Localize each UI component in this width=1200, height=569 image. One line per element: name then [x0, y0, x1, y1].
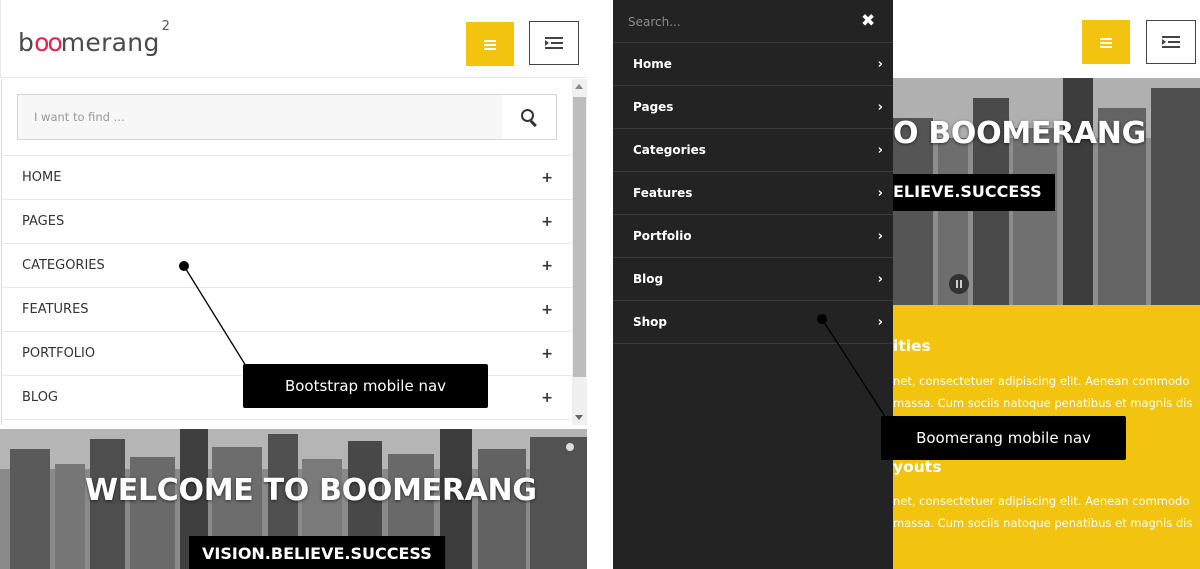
- hamburger-icon: [1100, 37, 1112, 48]
- section-text-line: net, consectetuer adipiscing elit. Aenea…: [893, 374, 1190, 388]
- sidebar-toggle-button[interactable]: [1146, 20, 1196, 64]
- drawer-item-label: Home: [633, 57, 672, 71]
- drawer-item-label: Features: [633, 186, 693, 200]
- hero-banner: O BOOMERANG ELIEVE.SUCCESS: [893, 78, 1200, 305]
- nav-scrollbar[interactable]: [572, 79, 587, 425]
- slider-dot[interactable]: [566, 443, 574, 451]
- nav-item-label: CATEGORIES: [22, 258, 105, 273]
- bootstrap-nav-callout: Bootstrap mobile nav: [243, 364, 488, 408]
- bootstrap-demo-panel: boomerang2 HOME + PAGES + CATEGORIES + FEAT…: [0, 0, 587, 569]
- nav-item-features[interactable]: FEATURES +: [2, 288, 573, 332]
- scroll-down-arrow-icon[interactable]: [575, 415, 583, 420]
- chevron-right-icon: ›: [877, 228, 883, 244]
- drawer-item-label: Pages: [633, 100, 674, 114]
- boomerang-nav-callout: Boomerang mobile nav: [881, 416, 1126, 460]
- drawer-search-input[interactable]: [613, 0, 843, 43]
- drawer-item-pages[interactable]: Pages ›: [613, 86, 893, 129]
- plus-icon[interactable]: +: [541, 302, 553, 318]
- logo-text-end: merang: [60, 28, 160, 57]
- drawer-nav-list: Home › Pages › Categories › Features › Portf…: [613, 43, 893, 344]
- drawer-item-label: Categories: [633, 143, 706, 157]
- hero-tagline: ELIEVE.SUCCESS: [893, 174, 1055, 211]
- logo-text-start: b: [18, 28, 35, 57]
- indent-icon: [1162, 36, 1180, 48]
- hero-title: WELCOME TO BOOMERANG: [85, 473, 537, 508]
- plus-icon[interactable]: +: [541, 214, 553, 230]
- logo[interactable]: boomerang2: [18, 19, 170, 57]
- nav-item-label: FEATURES: [22, 302, 89, 317]
- section-heading: ities: [893, 337, 931, 355]
- nav-item-categories[interactable]: CATEGORIES +: [2, 244, 573, 288]
- sidebar-toggle-button[interactable]: [529, 21, 579, 65]
- plus-icon[interactable]: +: [541, 258, 553, 274]
- section-text-line: net, consectetuer adipiscing elit. Aenea…: [893, 494, 1190, 508]
- drawer-search: ✖: [613, 0, 893, 43]
- scroll-up-arrow-icon[interactable]: [575, 84, 583, 89]
- section-text-line: massa. Cum sociis natoque penatibus et m…: [893, 516, 1193, 530]
- hero-banner: WELCOME TO BOOMERANG VISION.BELIEVE.SUCC…: [0, 429, 587, 569]
- hero-title: O BOOMERANG: [893, 116, 1146, 151]
- chevron-right-icon: ›: [877, 271, 883, 287]
- chevron-right-icon: ›: [877, 56, 883, 72]
- logo-text-infinity: oo: [34, 28, 63, 57]
- search-button[interactable]: [502, 94, 557, 140]
- annotation-dot: [817, 314, 827, 324]
- drawer-item-label: Blog: [633, 272, 664, 286]
- logo-version: 2: [161, 18, 171, 34]
- drawer-item-label: Shop: [633, 315, 668, 329]
- drawer-item-portfolio[interactable]: Portfolio ›: [613, 215, 893, 258]
- chevron-right-icon: ›: [877, 99, 883, 115]
- chevron-right-icon: ›: [877, 185, 883, 201]
- nav-item-label: PAGES: [22, 214, 65, 229]
- section-heading: youts: [893, 458, 942, 476]
- boomerang-demo-panel: O BOOMERANG ELIEVE.SUCCESS ities net, co…: [613, 0, 1200, 569]
- pause-icon[interactable]: [949, 274, 969, 294]
- section-text-line: massa. Cum sociis natoque penatibus et m…: [893, 396, 1193, 410]
- plus-icon[interactable]: +: [541, 390, 553, 406]
- offcanvas-drawer: ✖ Home › Pages › Categories › Features › Por…: [613, 0, 893, 569]
- search-form: [17, 94, 557, 140]
- chevron-right-icon: ›: [877, 314, 883, 330]
- drawer-item-home[interactable]: Home ›: [613, 43, 893, 86]
- nav-item-pages[interactable]: PAGES +: [2, 200, 573, 244]
- hamburger-icon: [484, 39, 496, 50]
- close-icon[interactable]: ✖: [861, 12, 875, 30]
- search-icon: [520, 108, 538, 127]
- indent-icon: [545, 37, 563, 49]
- scroll-thumb[interactable]: [573, 97, 586, 377]
- drawer-item-blog[interactable]: Blog ›: [613, 258, 893, 301]
- plus-icon[interactable]: +: [541, 346, 553, 362]
- nav-item-label: HOME: [22, 170, 62, 185]
- annotation-dot: [179, 261, 189, 271]
- nav-item-label: BLOG: [22, 390, 59, 405]
- drawer-item-categories[interactable]: Categories ›: [613, 129, 893, 172]
- menu-toggle-button[interactable]: [466, 22, 514, 66]
- drawer-item-features[interactable]: Features ›: [613, 172, 893, 215]
- chevron-right-icon: ›: [877, 142, 883, 158]
- nav-item-label: PORTFOLIO: [22, 346, 96, 361]
- header-bar: boomerang2: [0, 0, 587, 78]
- plus-icon[interactable]: +: [541, 170, 553, 186]
- drawer-item-shop[interactable]: Shop ›: [613, 301, 893, 344]
- nav-item-home[interactable]: HOME +: [2, 156, 573, 200]
- header-bar: [893, 0, 1200, 78]
- hero-tagline: VISION.BELIEVE.SUCCESS: [189, 536, 445, 569]
- search-input[interactable]: [17, 94, 503, 140]
- drawer-item-label: Portfolio: [633, 229, 692, 243]
- menu-toggle-button[interactable]: [1082, 20, 1130, 64]
